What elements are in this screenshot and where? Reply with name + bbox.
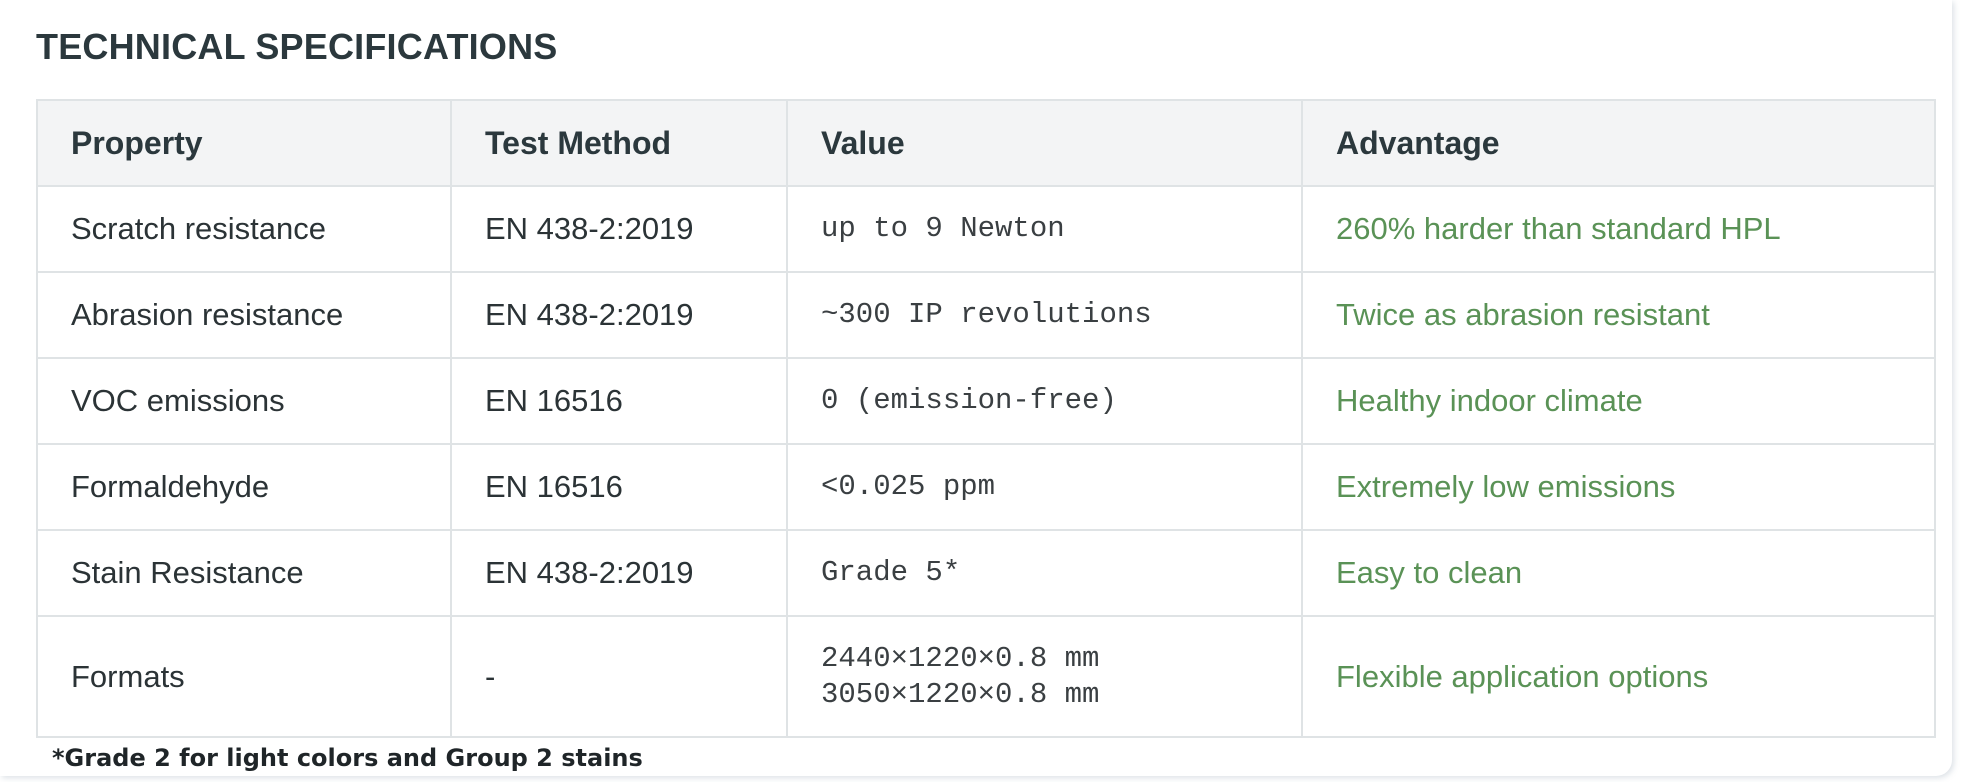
value-line: up to 9 Newton: [821, 212, 1065, 245]
table-row: Stain Resistance EN 438-2:2019 Grade 5* …: [36, 529, 1936, 617]
value-cell: 2440×1220×0.8 mm 3050×1220×0.8 mm: [786, 615, 1303, 738]
value-line: 0 (emission-free): [821, 384, 1117, 417]
test-method-cell: EN 16516: [450, 443, 788, 531]
advantage-cell: Easy to clean: [1301, 529, 1936, 617]
advantage-cell: Flexible application options: [1301, 615, 1936, 738]
value-cell: ~300 IP revolutions: [786, 271, 1303, 359]
property-cell: Stain Resistance: [36, 529, 452, 617]
column-header-property: Property: [36, 99, 452, 187]
property-cell: Scratch resistance: [36, 185, 452, 273]
table-row: Abrasion resistance EN 438-2:2019 ~300 I…: [36, 271, 1936, 359]
table-header-row: Property Test Method Value Advantage: [36, 99, 1936, 187]
column-header-value: Value: [786, 99, 1303, 187]
advantage-cell: Extremely low emissions: [1301, 443, 1936, 531]
value-cell: Grade 5*: [786, 529, 1303, 617]
property-cell: Formats: [36, 615, 452, 738]
value-line: <0.025 ppm: [821, 470, 996, 503]
property-cell: VOC emissions: [36, 357, 452, 445]
advantage-cell: Twice as abrasion resistant: [1301, 271, 1936, 359]
column-header-test-method: Test Method: [450, 99, 788, 187]
table-row: Formaldehyde EN 16516 <0.025 ppm Extreme…: [36, 443, 1936, 531]
value-cell: up to 9 Newton: [786, 185, 1303, 273]
value-line: ~300 IP revolutions: [821, 298, 1152, 331]
test-method-cell: EN 438-2:2019: [450, 529, 788, 617]
table-row: Formats - 2440×1220×0.8 mm 3050×1220×0.8 …: [36, 615, 1936, 738]
value-line: Grade 5*: [821, 556, 961, 589]
specs-card: TECHNICAL SPECIFICATIONS Property Test M…: [0, 0, 1952, 776]
value-line: 2440×1220×0.8 mm: [821, 641, 1100, 675]
page-title: TECHNICAL SPECIFICATIONS: [36, 26, 558, 67]
test-method-cell: EN 438-2:2019: [450, 271, 788, 359]
value-cell: 0 (emission-free): [786, 357, 1303, 445]
property-cell: Abrasion resistance: [36, 271, 452, 359]
table-row: VOC emissions EN 16516 0 (emission-free)…: [36, 357, 1936, 445]
property-cell: Formaldehyde: [36, 443, 452, 531]
advantage-cell: Healthy indoor climate: [1301, 357, 1936, 445]
column-header-advantage: Advantage: [1301, 99, 1936, 187]
value-cell: <0.025 ppm: [786, 443, 1303, 531]
footnote: *Grade 2 for light colors and Group 2 st…: [52, 744, 643, 772]
test-method-cell: -: [450, 615, 788, 738]
value-line: 3050×1220×0.8 mm: [821, 677, 1100, 711]
specs-table: Property Test Method Value Advantage Scr…: [36, 99, 1936, 738]
test-method-cell: EN 438-2:2019: [450, 185, 788, 273]
test-method-cell: EN 16516: [450, 357, 788, 445]
advantage-cell: 260% harder than standard HPL: [1301, 185, 1936, 273]
table-row: Scratch resistance EN 438-2:2019 up to 9…: [36, 185, 1936, 273]
